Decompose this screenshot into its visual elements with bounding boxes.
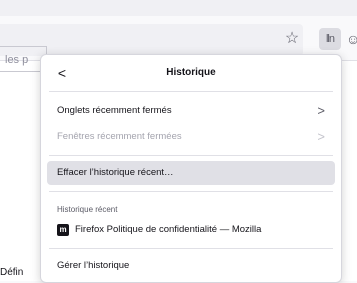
recent-history-header: Historique récent bbox=[57, 205, 118, 214]
separator bbox=[49, 155, 333, 156]
tab-strip bbox=[0, 0, 357, 16]
page-text-fragment: Défin bbox=[0, 267, 24, 278]
panel-header: Historique < bbox=[41, 55, 341, 91]
account-icon[interactable]: ☺ bbox=[346, 28, 357, 50]
back-button[interactable]: < bbox=[51, 62, 73, 84]
chevron-right-icon: > bbox=[317, 103, 325, 118]
menu-item-recent-windows[interactable]: Fenêtres récemment fermées > bbox=[47, 125, 335, 149]
mozilla-favicon-icon: m bbox=[57, 224, 69, 236]
separator bbox=[49, 191, 333, 192]
menu-item-label: Onglets récemment fermés bbox=[57, 105, 172, 116]
separator bbox=[49, 91, 333, 92]
history-panel: Historique < Onglets récemment fermés > … bbox=[40, 54, 342, 283]
menu-item-label: Gérer l’historique bbox=[57, 260, 130, 271]
library-button[interactable]: lln bbox=[319, 28, 341, 50]
menu-item-manage-history[interactable]: Gérer l’historique bbox=[47, 254, 335, 278]
menu-item-label: Effacer l’historique récent… bbox=[57, 167, 174, 178]
star-icon[interactable]: ☆ bbox=[281, 28, 303, 50]
separator bbox=[49, 248, 333, 249]
menu-item-clear-history[interactable]: Effacer l’historique récent… bbox=[47, 161, 335, 185]
history-entry[interactable]: m Firefox Politique de confidentialité —… bbox=[47, 218, 335, 242]
menu-item-recent-tabs[interactable]: Onglets récemment fermés > bbox=[47, 99, 335, 123]
menu-item-label: Fenêtres récemment fermées bbox=[57, 131, 182, 142]
history-entry-label: Firefox Politique de confidentialité — M… bbox=[75, 224, 262, 235]
chevron-right-icon: > bbox=[317, 129, 325, 144]
panel-title: Historique bbox=[166, 67, 216, 78]
